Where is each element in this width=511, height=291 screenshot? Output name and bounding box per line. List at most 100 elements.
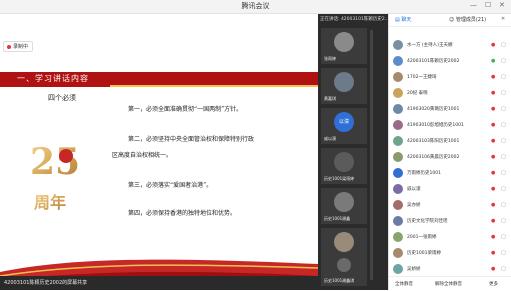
video-tile[interactable]: 历史1001梁雨婷 — [321, 148, 367, 184]
avatar — [334, 232, 354, 252]
avatar — [393, 56, 403, 66]
mic-icon: ● — [491, 250, 496, 256]
mic-icon: ● — [491, 202, 496, 208]
main-stage: 录制中 一、学习讲话内容 四个必须 25 周年 第一，必须全面准确贯彻“一国两制… — [0, 14, 318, 290]
list-item[interactable]: 42003106黄晨历史2002 ● ▢ — [393, 152, 510, 163]
camera-icon: ▢ — [501, 218, 506, 224]
camera-icon: ▢ — [501, 234, 506, 240]
list-item[interactable]: 历史1001梁雨婷 ● ▢ — [393, 248, 510, 259]
more-button[interactable]: 更多 — [489, 281, 498, 287]
list-item[interactable]: 戚以濛 ● ▢ — [393, 184, 510, 195]
avatar — [393, 40, 403, 50]
list-item[interactable]: 水一方 (主持人)王天娜 ● ▢ — [393, 40, 510, 51]
panel-tabs: ▤ 聊天 ☺ 管理成员(21) ✕ — [389, 14, 511, 27]
list-item[interactable]: 41903010彭旭旭历史1001 ● ▢ — [393, 120, 510, 131]
tab-members[interactable]: ☺ 管理成员(21) — [449, 16, 486, 23]
list-item[interactable]: 1702一王婕琦 ● ▢ — [393, 72, 510, 83]
close-icon[interactable]: ✕ — [499, 1, 505, 9]
avatar — [337, 258, 351, 272]
header-accent-line — [110, 85, 318, 87]
list-item[interactable]: 41903020黄璐历史1001 ● ▢ — [393, 104, 510, 115]
video-tile[interactable]: 以濛 戚以濛 — [321, 108, 367, 144]
avatar — [393, 168, 403, 178]
mic-icon: ● — [491, 90, 496, 96]
list-item[interactable]: 2001一张雨婷 ● ▢ — [393, 232, 510, 243]
mic-icon: ● — [491, 42, 496, 48]
avatar — [393, 72, 403, 82]
video-tile[interactable]: 历史1001谢鑫琪 — [321, 256, 367, 286]
members-icon: ☺ — [449, 17, 455, 23]
mic-icon: ● — [491, 170, 496, 176]
mute-all-button[interactable]: 全体静音 — [395, 281, 413, 287]
camera-icon: ▢ — [501, 106, 506, 112]
camera-icon: ▢ — [501, 138, 506, 144]
slide-item-1: 第一，必须全面准确贯彻“一国两制”方针。 — [128, 106, 243, 113]
member-actions: 全体静音 解除全体静音 更多 — [389, 276, 511, 291]
list-item[interactable]: 万雨婷历史1001 ● ▢ — [393, 168, 510, 179]
avatar — [393, 184, 403, 194]
mic-icon: ● — [491, 186, 496, 192]
list-item[interactable]: 吴娇娇 ● ▢ — [393, 264, 510, 275]
avatar — [393, 248, 403, 258]
avatar — [393, 104, 403, 114]
mic-icon: ● — [491, 106, 496, 112]
camera-icon: ▢ — [501, 74, 506, 80]
avatar — [393, 232, 403, 242]
slide-subtitle: 四个必须 — [48, 94, 76, 102]
avatar — [393, 200, 403, 210]
maximize-icon[interactable]: ☐ — [485, 1, 491, 9]
slide-item-4: 第四，必须保持香港的独特地位和优势。 — [128, 210, 237, 217]
mic-icon: ● — [491, 58, 496, 64]
avatar — [393, 216, 403, 226]
avatar — [393, 120, 403, 130]
list-item[interactable]: 吴亦娇 ● ▢ — [393, 200, 510, 211]
avatar — [334, 192, 354, 212]
svg-text:25: 25 — [30, 141, 80, 183]
mic-icon: ● — [491, 122, 496, 128]
mic-icon: ● — [491, 74, 496, 80]
video-tile[interactable]: 黄嘉琪 — [321, 68, 367, 104]
recording-badge[interactable]: 录制中 — [3, 41, 34, 52]
avatar — [334, 32, 354, 52]
mic-icon: ● — [491, 154, 496, 160]
list-item[interactable]: 20纪 泰晓 ● ▢ — [393, 88, 510, 99]
camera-icon: ▢ — [501, 250, 506, 256]
thumbnail-scrollbar[interactable] — [370, 30, 373, 280]
avatar: 以濛 — [334, 112, 354, 132]
avatar — [334, 72, 354, 92]
slide-item-2: 第二，必须坚持中央全面管治权和保障特别行政 — [128, 136, 255, 143]
slide-section-title: 一、学习讲话内容 — [17, 74, 89, 83]
camera-icon: ▢ — [501, 58, 506, 64]
camera-icon: ▢ — [501, 154, 506, 160]
svg-text:周年: 周年 — [34, 193, 66, 212]
slide-header: 一、学习讲话内容 — [0, 72, 318, 87]
shared-slide: 一、学习讲话内容 四个必须 25 周年 第一，必须全面准确贯彻“一国两制”方针。… — [0, 72, 318, 284]
video-tile[interactable]: 张雨婷 — [321, 28, 367, 64]
list-item[interactable]: 历史文化学院刘佳瑶 ● ▢ — [393, 216, 510, 227]
camera-icon: ▢ — [501, 266, 506, 272]
camera-icon: ▢ — [501, 186, 506, 192]
camera-icon: ▢ — [501, 122, 506, 128]
minimize-icon[interactable]: — — [470, 1, 477, 9]
camera-icon: ▢ — [501, 202, 506, 208]
anniversary-logo: 25 周年 — [30, 141, 80, 212]
camera-icon: ▢ — [501, 90, 506, 96]
avatar — [393, 88, 403, 98]
window-title: 腾讯会议 — [241, 2, 270, 10]
video-tile[interactable]: 历史1001谢鑫 — [321, 188, 367, 224]
mic-icon: ● — [491, 138, 496, 144]
list-item[interactable]: 42003103陈阳历史1001 ● ▢ — [393, 136, 510, 147]
record-icon — [7, 44, 11, 49]
side-panel: ▤ 聊天 ☺ 管理成员(21) ✕ 水一方 (主持人)王天娜 ● ▢ 42003… — [388, 14, 511, 290]
chat-icon: ▤ — [395, 17, 400, 23]
screen-share-label: 42003101陈颖历史2002的屏幕共享 — [4, 280, 88, 286]
avatar — [393, 136, 403, 146]
screen-share-status: 42003101陈颖历史2002的屏幕共享 — [0, 276, 318, 290]
unmute-all-button[interactable]: 解除全体静音 — [435, 281, 462, 287]
list-item[interactable]: 42003101陈颖历史2002 ● ▢ — [393, 56, 510, 67]
avatar — [393, 152, 403, 162]
avatar — [393, 264, 403, 274]
title-bar: 腾讯会议 — ☐ ✕ — [0, 0, 511, 14]
panel-close-icon[interactable]: ✕ — [501, 16, 505, 22]
tab-chat[interactable]: ▤ 聊天 — [395, 16, 411, 23]
